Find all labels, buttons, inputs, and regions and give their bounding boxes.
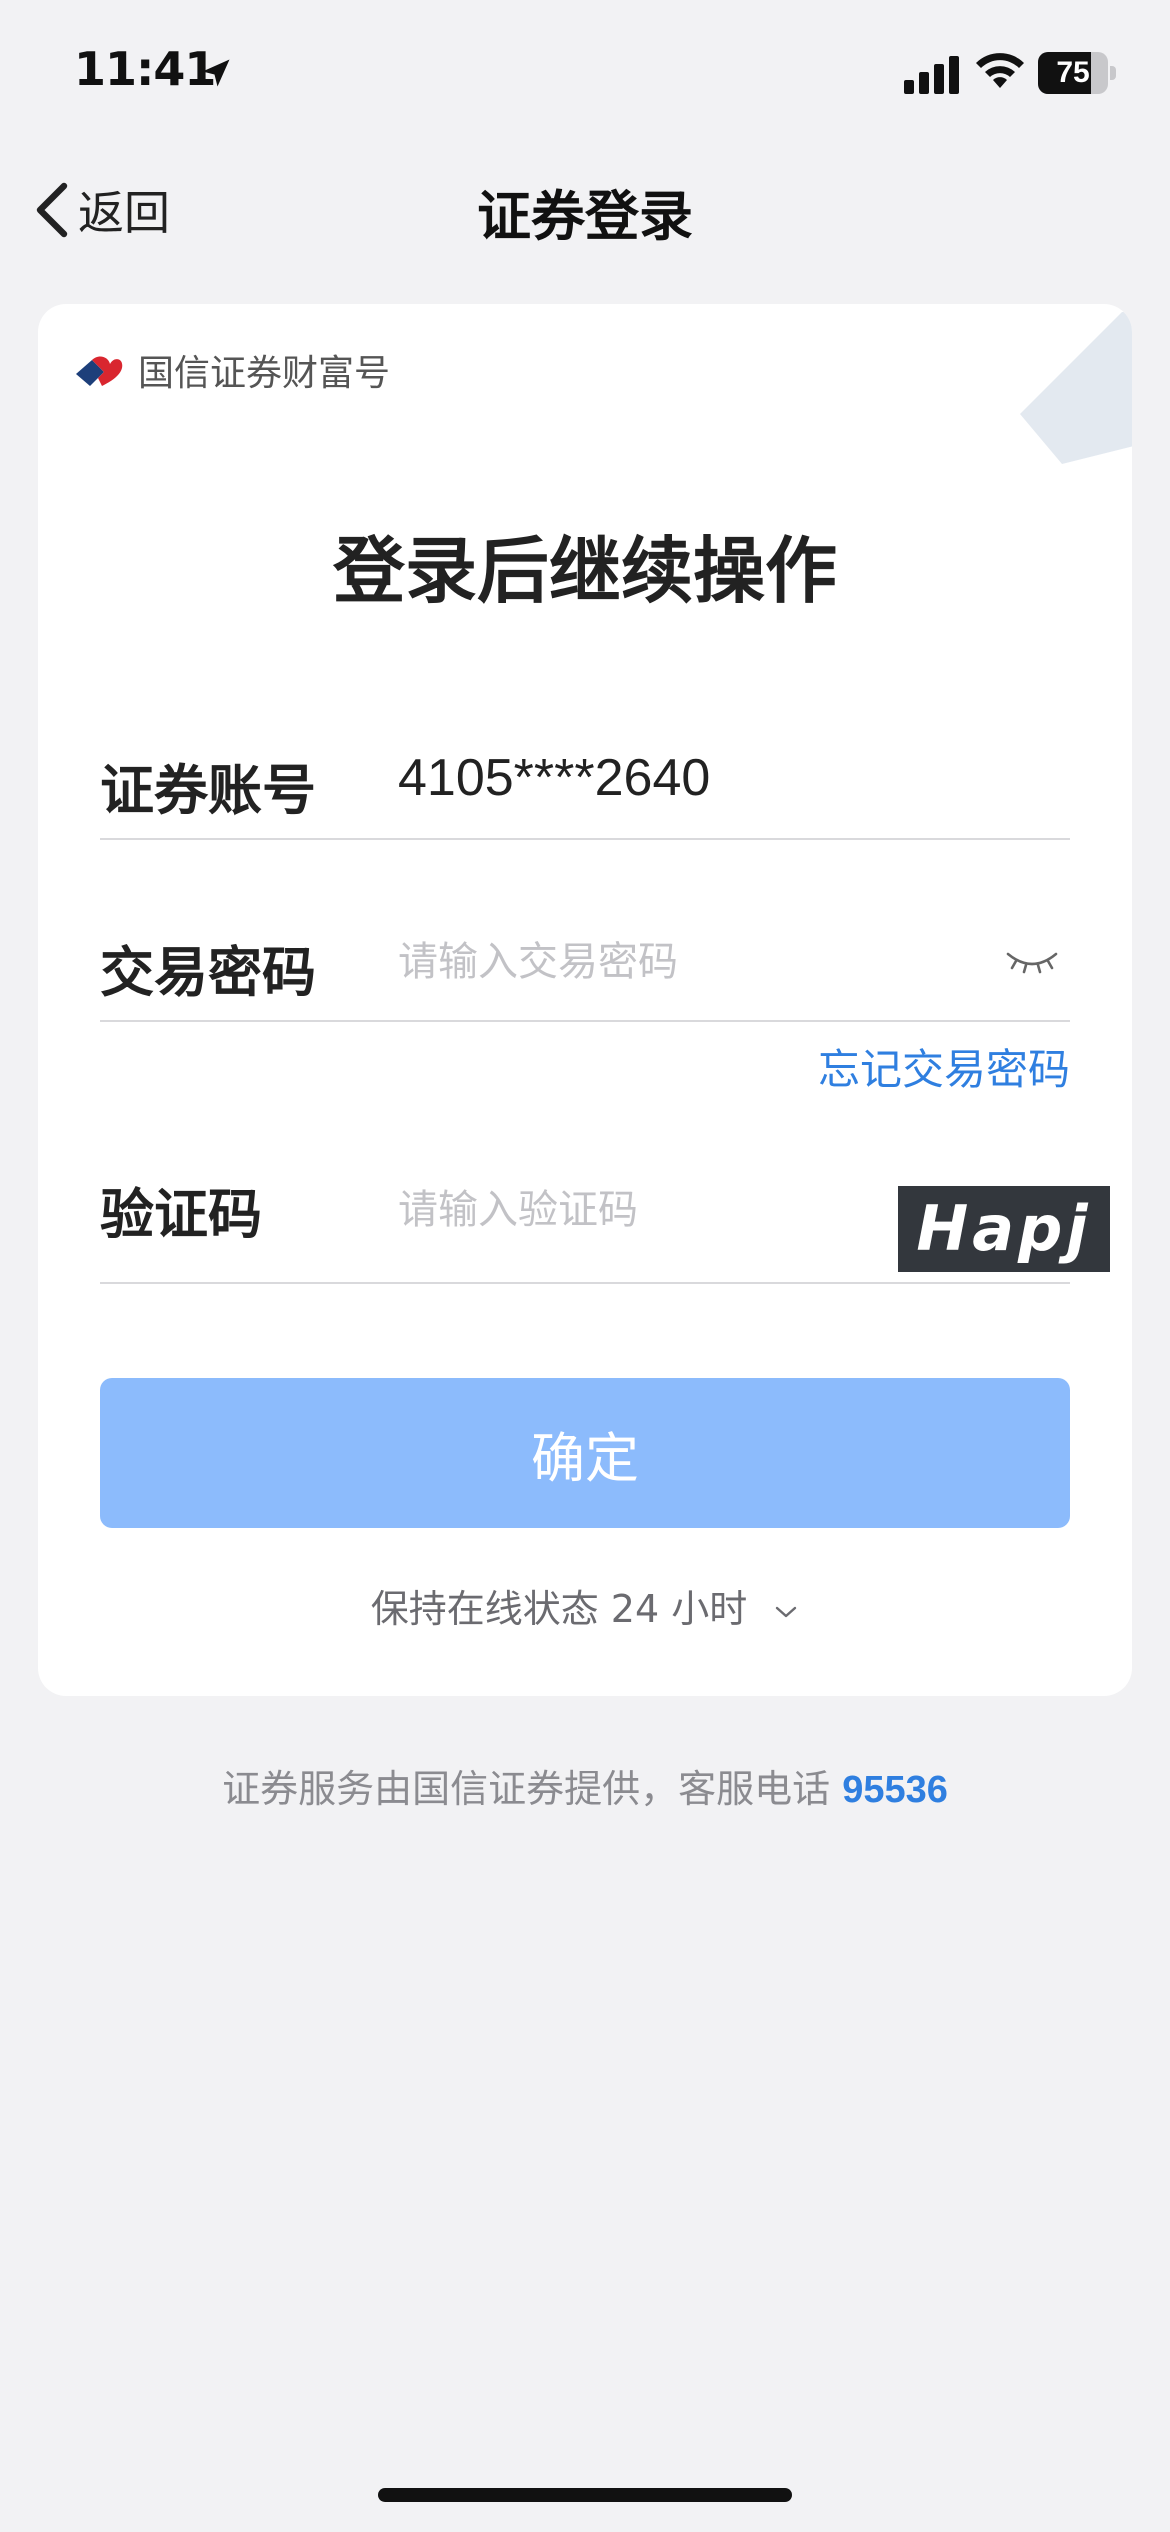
login-card: 国信证券财富号 登录后继续操作 证券账号 4105****2640 交易密码 忘… [38, 304, 1132, 1696]
brand-name: 国信证券财富号 [138, 353, 391, 394]
captcha-label: 验证码 [100, 1183, 262, 1246]
password-input[interactable] [398, 932, 958, 992]
password-row: 交易密码 [100, 902, 1070, 1022]
account-label: 证券账号 [100, 759, 316, 822]
status-time: 11:41 [74, 42, 216, 96]
chevron-down-icon [776, 1606, 797, 1617]
captcha-image-text: Hapj [916, 1192, 1092, 1265]
keep-online-label: 保持在线状态 24 小时 [370, 1587, 748, 1631]
battery-cap [1110, 66, 1116, 80]
captcha-input[interactable] [398, 1180, 838, 1240]
wifi-icon [976, 53, 1024, 88]
keep-online-selector[interactable]: 保持在线状态 24 小时 [38, 1578, 1132, 1633]
home-indicator[interactable] [378, 2488, 792, 2502]
page-title: 证券登录 [477, 185, 693, 248]
login-screen: 11:41 75 返回 证券登录 国信证券财富号 登录后继续操作 证券账号 41… [0, 0, 1170, 2532]
captcha-image[interactable]: Hapj [898, 1186, 1110, 1272]
battery-indicator: 75 [1038, 52, 1116, 94]
battery-level-text: 75 [1056, 56, 1090, 89]
account-row: 证券账号 4105****2640 [100, 714, 1070, 840]
forgot-password-link[interactable]: 忘记交易密码 [818, 1036, 1070, 1097]
captcha-row: 验证码 Hapj [100, 1126, 1110, 1284]
password-label: 交易密码 [100, 941, 316, 1004]
status-bar: 11:41 75 [0, 0, 1170, 140]
brand: 国信证券财富号 [74, 344, 390, 396]
card-heading: 登录后继续操作 [332, 529, 837, 613]
cellular-signal-icon [904, 56, 959, 94]
location-arrow-icon [202, 59, 230, 87]
brand-logo-icon [76, 356, 123, 386]
footer-note: 证券服务由国信证券提供，客服电话 95536 [0, 1758, 1170, 1813]
footer-text: 证券服务由国信证券提供，客服电话 [222, 1767, 831, 1811]
customer-service-phone[interactable]: 95536 [842, 1769, 948, 1811]
account-value: 4105****2640 [398, 749, 711, 807]
battery-body: 75 [1038, 52, 1108, 94]
decorative-shape [1020, 312, 1132, 464]
nav-bar: 返回 证券登录 [0, 150, 1170, 270]
eye-closed-icon[interactable] [1004, 944, 1060, 980]
confirm-button[interactable]: 确定 [100, 1378, 1070, 1528]
